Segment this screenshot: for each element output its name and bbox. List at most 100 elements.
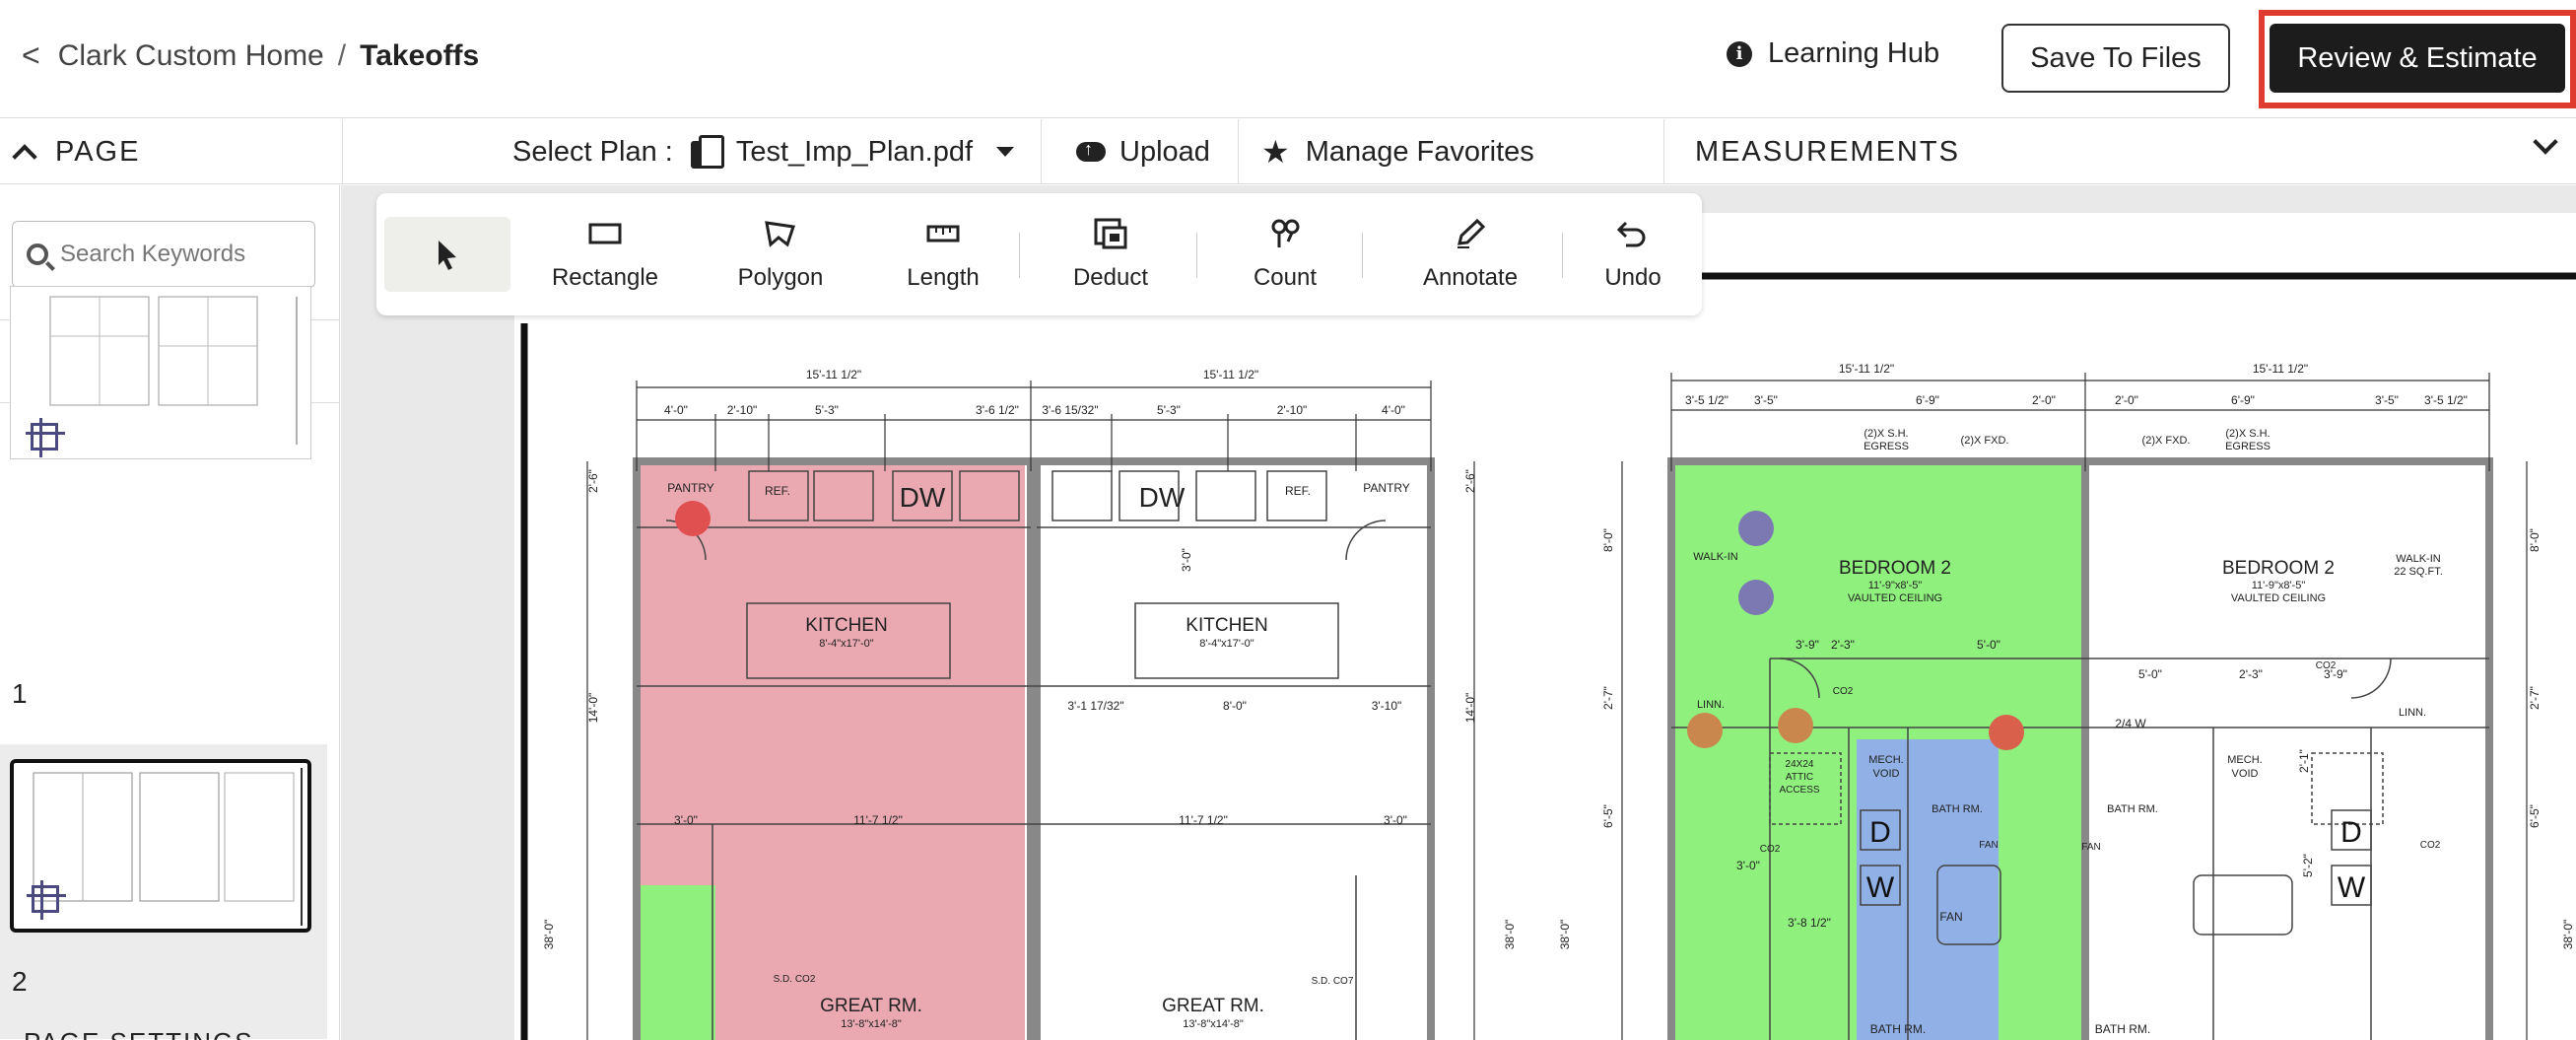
svg-text:3'-5": 3'-5" [2375, 393, 2399, 407]
svg-text:2/4 W: 2/4 W [2115, 717, 2146, 730]
area-takeoff-green [639, 885, 715, 1040]
svg-text:KITCHEN: KITCHEN [805, 615, 887, 636]
drawing-toolbar: Rectangle Polygon Length Deduct Count An… [376, 193, 1702, 315]
svg-text:4'-0": 4'-0" [1382, 403, 1405, 417]
page-panel-toggle[interactable]: PAGE [0, 119, 343, 184]
svg-text:WALK-IN: WALK-IN [1693, 551, 1737, 563]
deduct-tool[interactable]: Deduct [1032, 193, 1189, 315]
svg-text:GREAT RM.: GREAT RM. [820, 996, 922, 1016]
search-input[interactable]: Search Keywords [12, 221, 315, 288]
svg-text:REF.: REF. [765, 484, 790, 498]
svg-text:3'-5": 3'-5" [1754, 393, 1778, 407]
svg-text:3'-1 17/32": 3'-1 17/32" [1067, 699, 1123, 713]
polygon-label: Polygon [737, 264, 824, 291]
svg-text:8'-0": 8'-0" [1601, 528, 1615, 552]
svg-text:6'-9": 6'-9" [1916, 393, 1939, 407]
annotate-tool[interactable]: Annotate [1391, 193, 1549, 315]
svg-text:MECH.: MECH. [2227, 754, 2262, 766]
svg-text:8'-4"x17'-0": 8'-4"x17'-0" [1199, 638, 1254, 650]
svg-text:5'-3": 5'-3" [815, 403, 839, 417]
polygon-icon [765, 221, 795, 247]
svg-text:2'-0": 2'-0" [2115, 393, 2138, 407]
svg-text:DW: DW [900, 482, 946, 513]
svg-text:BEDROOM 2: BEDROOM 2 [1839, 558, 1951, 579]
svg-text:2'-6": 2'-6" [1463, 469, 1477, 493]
deduct-label: Deduct [1072, 264, 1149, 291]
svg-text:5'-0": 5'-0" [1977, 638, 2000, 652]
chevron-down-icon[interactable] [2533, 129, 2558, 155]
learning-hub-link[interactable]: i Learning Hub [1727, 37, 1939, 70]
page-panel-label: PAGE [55, 135, 141, 168]
select-tool[interactable] [384, 217, 510, 292]
svg-text:VAULTED CEILING: VAULTED CEILING [1848, 592, 1942, 604]
svg-text:(2)X S.H.: (2)X S.H. [1864, 428, 1908, 440]
page-settings-header[interactable]: PAGE SETTINGS [24, 1027, 254, 1040]
rectangle-icon [588, 223, 622, 244]
svg-text:38'-0": 38'-0" [1503, 920, 1517, 950]
review-estimate-button[interactable]: Review & Estimate [2270, 24, 2565, 93]
measurements-header[interactable]: MEASUREMENTS [1695, 119, 1960, 184]
svg-text:BATH RM.: BATH RM. [1870, 1022, 1926, 1036]
svg-text:14'-0": 14'-0" [1463, 693, 1477, 724]
svg-text:15'-11 1/2": 15'-11 1/2" [1839, 362, 1894, 376]
polygon-tool[interactable]: Polygon [702, 193, 859, 315]
page-thumbnail-2[interactable] [10, 759, 311, 933]
svg-text:3'-9": 3'-9" [1796, 638, 1819, 652]
svg-text:GREAT RM.: GREAT RM. [1162, 996, 1264, 1016]
svg-text:VOID: VOID [1873, 768, 1900, 780]
svg-text:11'-9"x8'-5": 11'-9"x8'-5" [2252, 580, 2306, 591]
svg-text:15'-11 1/2": 15'-11 1/2" [2253, 362, 2308, 376]
svg-text:8'-4"x17'-0": 8'-4"x17'-0" [819, 638, 874, 650]
svg-text:BEDROOM 2: BEDROOM 2 [2222, 558, 2335, 579]
svg-text:DW: DW [1139, 482, 1186, 513]
caret-down-icon [996, 147, 1015, 157]
svg-text:24X24: 24X24 [1786, 759, 1814, 770]
top-bar: < Clark Custom Home / Takeoffs i Learnin… [0, 0, 2576, 118]
svg-text:FAN: FAN [1939, 910, 1962, 924]
breadcrumb: < Clark Custom Home / Takeoffs [22, 37, 479, 74]
page-number-1: 1 [12, 678, 28, 709]
svg-text:S.D. CO7: S.D. CO7 [1312, 976, 1354, 987]
plan-file-name: Test_Imp_Plan.pdf [735, 135, 974, 168]
manage-favorites-button[interactable]: ★ Manage Favorites [1261, 119, 1534, 184]
svg-text:3'-0": 3'-0" [1384, 813, 1407, 827]
svg-text:3'-5 1/2": 3'-5 1/2" [1685, 393, 1729, 407]
undo-tool[interactable]: Undo [1569, 193, 1697, 315]
svg-text:3'-6 1/2": 3'-6 1/2" [976, 403, 1019, 417]
manage-favorites-label: Manage Favorites [1305, 135, 1534, 168]
search-placeholder: Search Keywords [60, 241, 246, 267]
measurement-badge-icon [26, 418, 65, 457]
svg-text:ATTIC: ATTIC [1786, 772, 1813, 783]
pen-icon [1457, 218, 1486, 248]
svg-text:FAN: FAN [1979, 840, 1998, 851]
page-thumbnail-1[interactable] [10, 286, 311, 459]
count-marker-orange [1687, 713, 1723, 748]
svg-text:LINN.: LINN. [2399, 707, 2426, 719]
save-to-files-button[interactable]: Save To Files [2001, 24, 2230, 93]
rectangle-tool[interactable]: Rectangle [526, 193, 684, 315]
svg-text:11'-7 1/2": 11'-7 1/2" [853, 813, 903, 827]
svg-text:(2)X FXD.: (2)X FXD. [2142, 435, 2191, 447]
svg-text:4'-0": 4'-0" [664, 403, 688, 417]
svg-text:2'-0": 2'-0" [2032, 393, 2056, 407]
svg-text:8'-0": 8'-0" [1223, 699, 1247, 713]
count-tool[interactable]: Count [1206, 193, 1364, 315]
learning-hub-label: Learning Hub [1768, 37, 1940, 69]
copy-document-icon [690, 135, 724, 169]
upload-button[interactable]: Upload [1076, 119, 1210, 184]
svg-text:3'-8 1/2": 3'-8 1/2" [1788, 916, 1831, 930]
svg-text:(2)X FXD.: (2)X FXD. [1961, 435, 2009, 447]
svg-text:W: W [1866, 871, 1895, 904]
svg-text:ACCESS: ACCESS [1779, 785, 1819, 796]
back-chevron-icon[interactable]: < [22, 37, 40, 74]
plan-selector[interactable]: Select Plan : Test_Imp_Plan.pdf [512, 119, 1015, 184]
dim-overall-1: 15'-11 1/2" [806, 368, 861, 381]
divider [1362, 233, 1363, 278]
length-tool[interactable]: Length [864, 193, 1022, 315]
breadcrumb-current: Takeoffs [360, 38, 480, 72]
svg-text:D: D [1869, 816, 1891, 849]
breadcrumb-project-link[interactable]: Clark Custom Home [58, 39, 324, 73]
divider [1562, 233, 1563, 278]
sub-toolbar: PAGE Select Plan : Test_Imp_Plan.pdf Upl… [0, 119, 2576, 184]
divider [1019, 233, 1020, 278]
